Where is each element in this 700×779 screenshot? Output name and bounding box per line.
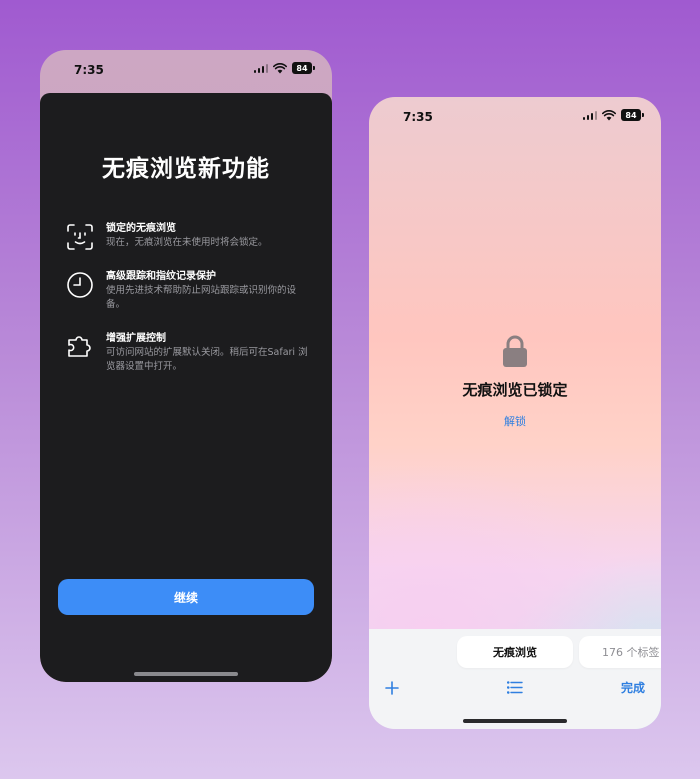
feature-locked-browsing: 锁定的无痕浏览 现在，无痕浏览在未使用时将会锁定。 [66, 222, 312, 251]
lock-icon [503, 335, 527, 367]
whats-new-sheet: 无痕浏览新功能 锁定的无痕浏览 现在，无痕浏览在未使用时将会锁定。 高级跟踪和指… [40, 93, 332, 682]
face-id-icon [67, 224, 93, 250]
clock-icon [67, 272, 93, 298]
home-indicator[interactable] [134, 672, 238, 676]
feature-heading: 高级跟踪和指纹记录保护 [106, 271, 216, 282]
wifi-icon [602, 109, 616, 120]
feature-extension-control: 增强扩展控制 可访问网站的扩展默认关闭。稍后可在Safari 浏览器设置中打开。 [66, 332, 312, 374]
sheet-title: 无痕浏览新功能 [102, 156, 270, 182]
feature-description: 可访问网站的扩展默认关闭。稍后可在Safari 浏览器设置中打开。 [106, 347, 308, 372]
battery-icon: 84 [292, 62, 315, 74]
feature-description: 现在，无痕浏览在未使用时将会锁定。 [106, 237, 268, 248]
feature-description: 使用先进技术帮助防止网站跟踪或识别你的设备。 [106, 285, 297, 310]
battery-icon: 84 [621, 109, 644, 121]
right-phone-screen: 7:35 84 无痕浏览已锁定 解锁 无痕浏览 176 个标签 完成 [369, 97, 661, 729]
status-time: 7:35 [74, 63, 104, 77]
continue-button[interactable]: 继续 [58, 579, 314, 615]
unlock-button[interactable]: 解锁 [369, 413, 661, 429]
tab-list-icon[interactable] [507, 681, 523, 694]
puzzle-extension-icon [68, 336, 91, 357]
status-time: 7:35 [403, 110, 433, 124]
left-phone-screen: 7:35 84 无痕浏览新功能 锁定的无痕浏览 现在，无痕浏览在未使用时将会锁定… [40, 50, 332, 682]
cellular-signal-icon [582, 110, 597, 120]
cellular-signal-icon [253, 63, 268, 73]
done-button[interactable]: 完成 [621, 679, 645, 696]
tab-toolbar: 无痕浏览 176 个标签 完成 [369, 629, 661, 729]
feature-heading: 增强扩展控制 [106, 333, 166, 344]
tab-group-private[interactable]: 无痕浏览 [457, 636, 573, 668]
feature-heading: 锁定的无痕浏览 [106, 223, 176, 234]
wifi-icon [273, 62, 287, 73]
new-tab-plus-icon[interactable] [385, 681, 399, 695]
status-icons: 84 [253, 62, 315, 74]
tab-group-all-tabs[interactable]: 176 个标签 [579, 636, 661, 668]
status-bar: 7:35 84 [40, 50, 332, 90]
status-bar: 7:35 84 [369, 97, 661, 137]
status-icons: 84 [582, 109, 644, 121]
locked-title: 无痕浏览已锁定 [462, 381, 568, 399]
home-indicator[interactable] [463, 719, 567, 723]
feature-tracking-protection: 高级跟踪和指纹记录保护 使用先进技术帮助防止网站跟踪或识别你的设备。 [66, 270, 312, 312]
